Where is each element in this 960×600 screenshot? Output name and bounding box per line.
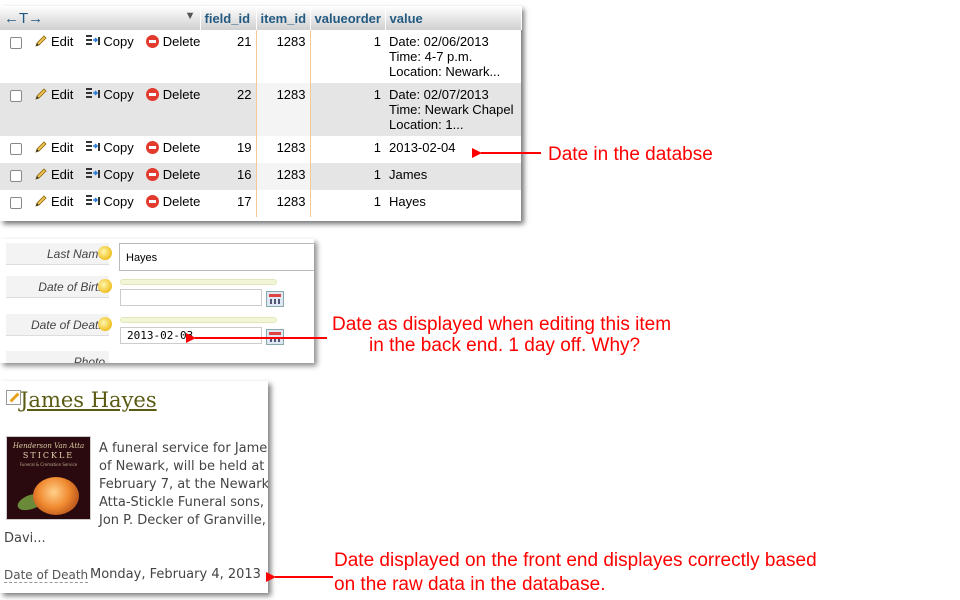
annotation-db-date: Date in the databse [548,144,713,165]
annotation-backend-line2: in the back end. 1 day off. Why? [369,335,641,356]
annotation-arrows [186,148,541,582]
annotation-backend-line1: Date as displayed when editing this item [332,314,672,335]
annotation-frontend-line2: on the raw data in the database. [334,574,606,595]
annotation-frontend-line1: Date displayed on the front end displaye… [334,550,817,571]
